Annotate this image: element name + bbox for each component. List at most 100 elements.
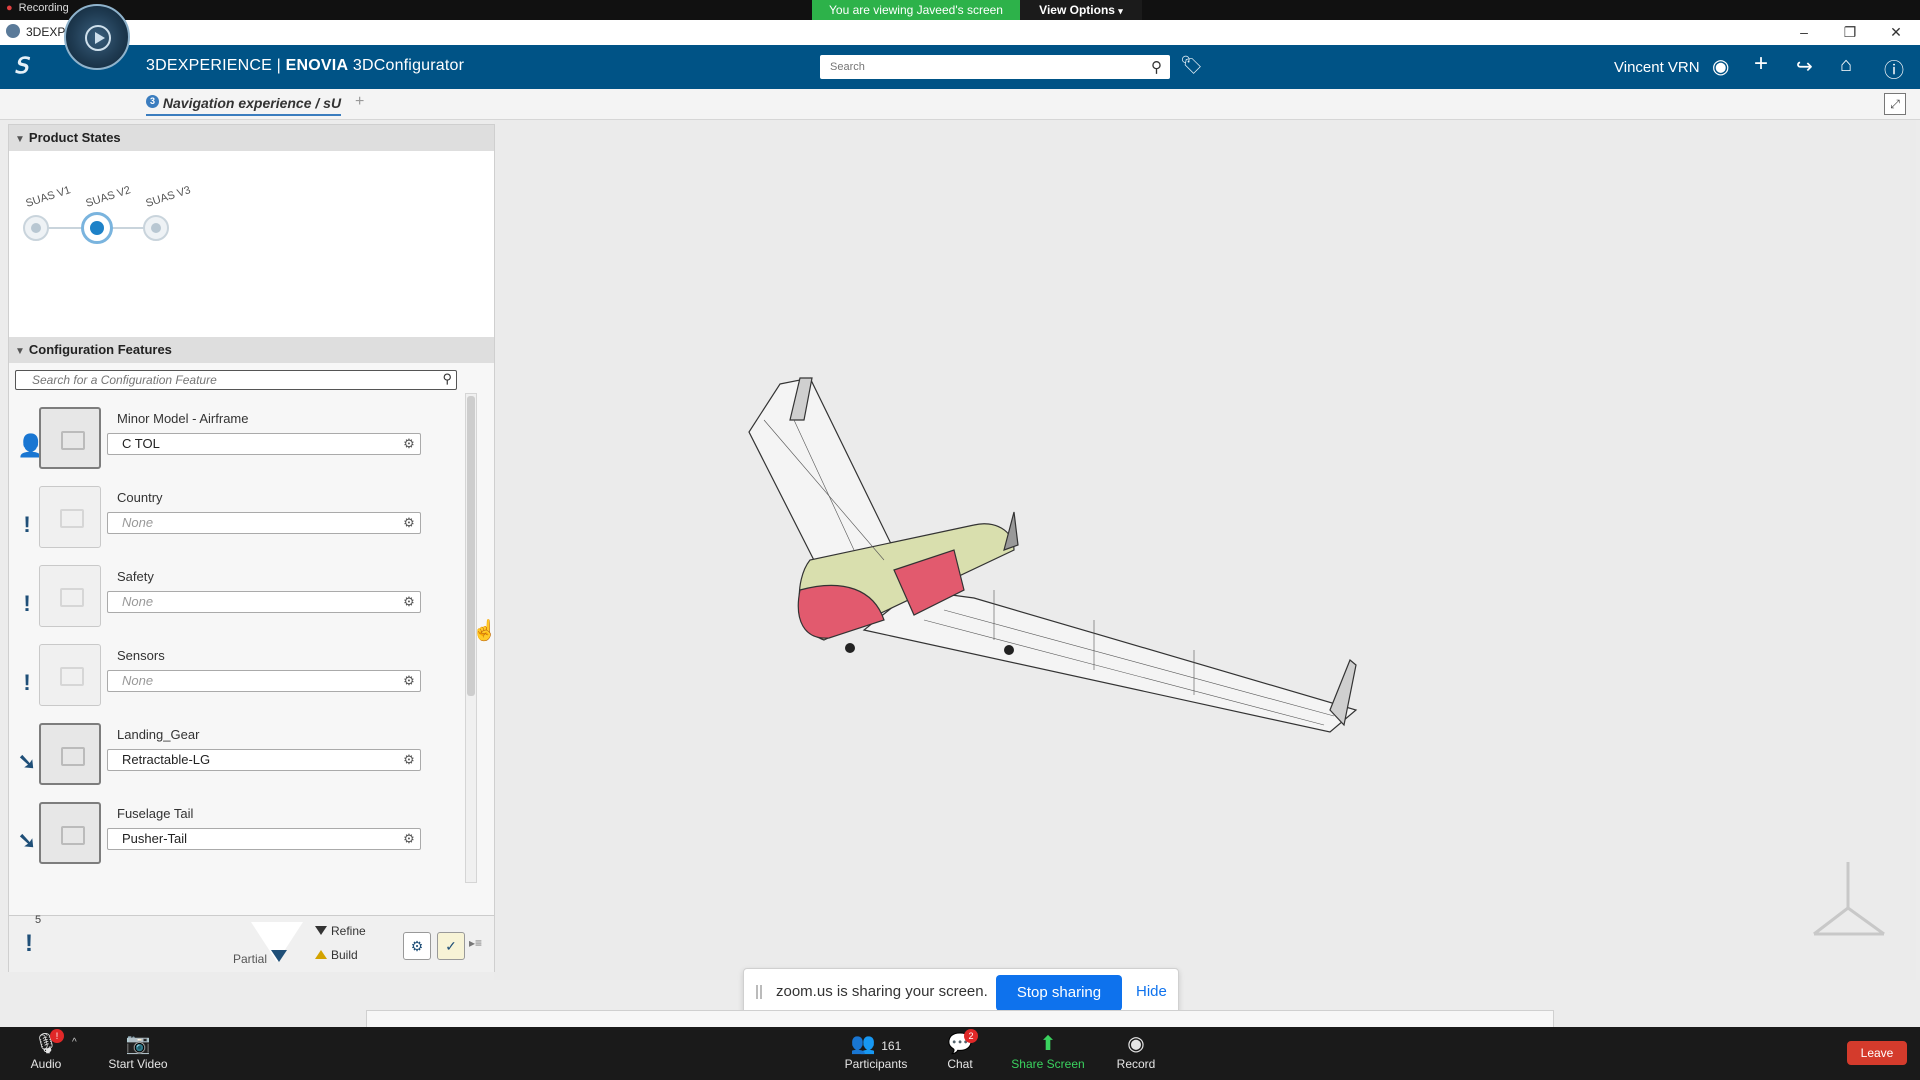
right-wing bbox=[862, 589, 1358, 733]
rules-button[interactable]: ⚙ bbox=[403, 932, 431, 960]
close-button[interactable]: ✕ bbox=[1876, 22, 1916, 42]
left-panel: ▼ Product States SUAS V1 SUAS V2 SUAS V3 … bbox=[8, 124, 495, 972]
feature-row: 👤 Minor Model - Airframe C TOL ⚙ bbox=[9, 405, 459, 484]
state-node-v1[interactable] bbox=[23, 215, 49, 241]
search-icon[interactable]: ⚲ bbox=[1151, 58, 1162, 76]
feature-value-select[interactable]: None ⚙ bbox=[107, 670, 421, 692]
app-title: 3DEXPERIENCE | ENOVIA 3DConfigurator bbox=[146, 57, 464, 75]
audio-warning-badge: ! bbox=[50, 1029, 64, 1043]
state-node-v3[interactable] bbox=[143, 215, 169, 241]
feature-value-select[interactable]: Pusher-Tail ⚙ bbox=[107, 828, 421, 850]
options-icon[interactable]: ⚙ bbox=[400, 751, 418, 769]
global-search[interactable]: ⚲ bbox=[820, 55, 1170, 79]
viewing-banner: You are viewing Javeed's screen bbox=[812, 0, 1020, 20]
state-label-v2: SUAS V2 bbox=[84, 184, 133, 210]
rule-arrow-icon: ➘ bbox=[17, 749, 37, 774]
options-icon[interactable]: ⚙ bbox=[400, 672, 418, 690]
options-icon[interactable]: ⚙ bbox=[400, 435, 418, 453]
user-name[interactable]: Vincent VRN bbox=[1614, 59, 1700, 76]
stop-sharing-button[interactable]: Stop sharing bbox=[996, 975, 1122, 1011]
feature-thumbnail[interactable] bbox=[39, 565, 101, 627]
feature-thumbnail[interactable] bbox=[39, 802, 101, 864]
maximize-icon[interactable]: ⤢ bbox=[1884, 93, 1906, 115]
refine-label[interactable]: Refine bbox=[331, 924, 366, 938]
video-label: Start Video bbox=[108, 1057, 168, 1071]
3d-viewer[interactable] bbox=[494, 120, 1916, 980]
feature-thumbnail[interactable] bbox=[39, 407, 101, 469]
add-tab-button[interactable]: + bbox=[355, 93, 364, 111]
restore-button[interactable]: ❐ bbox=[1830, 22, 1870, 42]
feature-value: None bbox=[122, 673, 154, 688]
feature-value: C TOL bbox=[122, 436, 160, 451]
view-options-button[interactable]: View Options ▾ bbox=[1020, 0, 1142, 20]
feature-name: Sensors bbox=[117, 648, 165, 663]
partial-label: Partial bbox=[233, 952, 268, 966]
required-icon: ! bbox=[23, 512, 31, 537]
recording-indicator: ● Recording bbox=[6, 2, 69, 14]
record-button[interactable]: ◉ Record bbox=[1096, 1031, 1176, 1071]
config-feature-search-input[interactable] bbox=[30, 371, 434, 389]
feature-value-select[interactable]: None ⚙ bbox=[107, 512, 421, 534]
options-icon[interactable]: ⚙ bbox=[400, 593, 418, 611]
chat-badge: 2 bbox=[964, 1029, 978, 1043]
compass-play-icon[interactable] bbox=[64, 4, 130, 70]
sharing-message: zoom.us is sharing your screen. bbox=[776, 983, 988, 1000]
feature-thumbnail[interactable] bbox=[39, 486, 101, 548]
audio-options-chevron-icon[interactable]: ^ bbox=[72, 1037, 77, 1048]
options-icon[interactable]: ⚙ bbox=[400, 514, 418, 532]
chat-button[interactable]: 💬 2 Chat bbox=[920, 1029, 1000, 1071]
feature-value-select[interactable]: C TOL ⚙ bbox=[107, 433, 421, 455]
feature-name: Safety bbox=[117, 569, 154, 584]
airplane-model[interactable] bbox=[494, 120, 1916, 980]
share-icon[interactable]: ↪ bbox=[1796, 54, 1813, 79]
feature-value: Retractable-LG bbox=[122, 752, 211, 767]
participants-button[interactable]: 👥 161 Participants bbox=[834, 1031, 918, 1071]
share-screen-button[interactable]: ⬆ Share Screen bbox=[1008, 1031, 1088, 1071]
feature-value-select[interactable]: Retractable-LG ⚙ bbox=[107, 749, 421, 771]
document-icon bbox=[61, 431, 85, 450]
scrollbar-thumb[interactable] bbox=[467, 396, 475, 696]
required-icon: ! bbox=[25, 930, 33, 957]
minimize-button[interactable]: – bbox=[1784, 22, 1824, 42]
required-count: 5 bbox=[35, 914, 42, 926]
user-avatar-icon[interactable]: ◉ bbox=[1712, 54, 1729, 79]
drag-handle-icon[interactable] bbox=[756, 985, 762, 999]
dassault-logo-icon[interactable]: ꓢ bbox=[14, 53, 28, 79]
product-states-header[interactable]: ▼ Product States bbox=[9, 125, 494, 151]
start-video-button[interactable]: 📷 Start Video bbox=[98, 1031, 178, 1071]
build-label[interactable]: Build bbox=[331, 948, 358, 962]
document-icon bbox=[61, 826, 85, 845]
config-features-header[interactable]: ▼ Configuration Features bbox=[9, 337, 494, 363]
search-icon[interactable]: ⚲ bbox=[442, 371, 452, 387]
tag-icon[interactable]: 🏷 bbox=[1180, 55, 1203, 76]
view-compass-icon[interactable] bbox=[1800, 856, 1910, 946]
add-icon[interactable]: + bbox=[1754, 50, 1768, 78]
apply-button[interactable]: ✓ bbox=[437, 932, 465, 960]
share-screen-icon: ⬆ bbox=[1039, 1033, 1057, 1055]
more-icon[interactable]: ▸≡ bbox=[469, 936, 482, 950]
feature-row: ➘ Fuselage Tail Pusher-Tail ⚙ bbox=[9, 800, 459, 879]
participants-icon: 👥 161 bbox=[850, 1033, 902, 1055]
record-label: Record bbox=[1116, 1057, 1156, 1071]
global-search-input[interactable] bbox=[828, 55, 1132, 79]
feature-name: Minor Model - Airframe bbox=[117, 411, 249, 426]
build-arrow-icon bbox=[315, 950, 327, 959]
state-node-v2[interactable] bbox=[81, 212, 113, 244]
help-icon[interactable]: ⓘ bbox=[1884, 54, 1904, 83]
brand-app: ENOVIA bbox=[285, 57, 349, 74]
document-icon bbox=[60, 588, 84, 607]
document-icon bbox=[61, 747, 85, 766]
feature-thumbnail[interactable] bbox=[39, 723, 101, 785]
tab-navigation-experience[interactable]: 3 Navigation experience / sU bbox=[146, 95, 342, 116]
config-feature-search[interactable]: ⚲ bbox=[15, 370, 457, 390]
brand-product: 3DConfigurator bbox=[352, 57, 465, 74]
options-icon[interactable]: ⚙ bbox=[400, 830, 418, 848]
feature-name: Landing_Gear bbox=[117, 727, 200, 742]
leave-button[interactable]: Leave bbox=[1847, 1041, 1907, 1065]
feature-value-select[interactable]: None ⚙ bbox=[107, 591, 421, 613]
feature-row: ! Sensors None ⚙ bbox=[9, 642, 459, 721]
home-icon[interactable]: ⌂ bbox=[1840, 54, 1852, 77]
state-label-v3: SUAS V3 bbox=[144, 184, 193, 210]
feature-thumbnail[interactable] bbox=[39, 644, 101, 706]
hide-button[interactable]: Hide bbox=[1136, 983, 1167, 1000]
